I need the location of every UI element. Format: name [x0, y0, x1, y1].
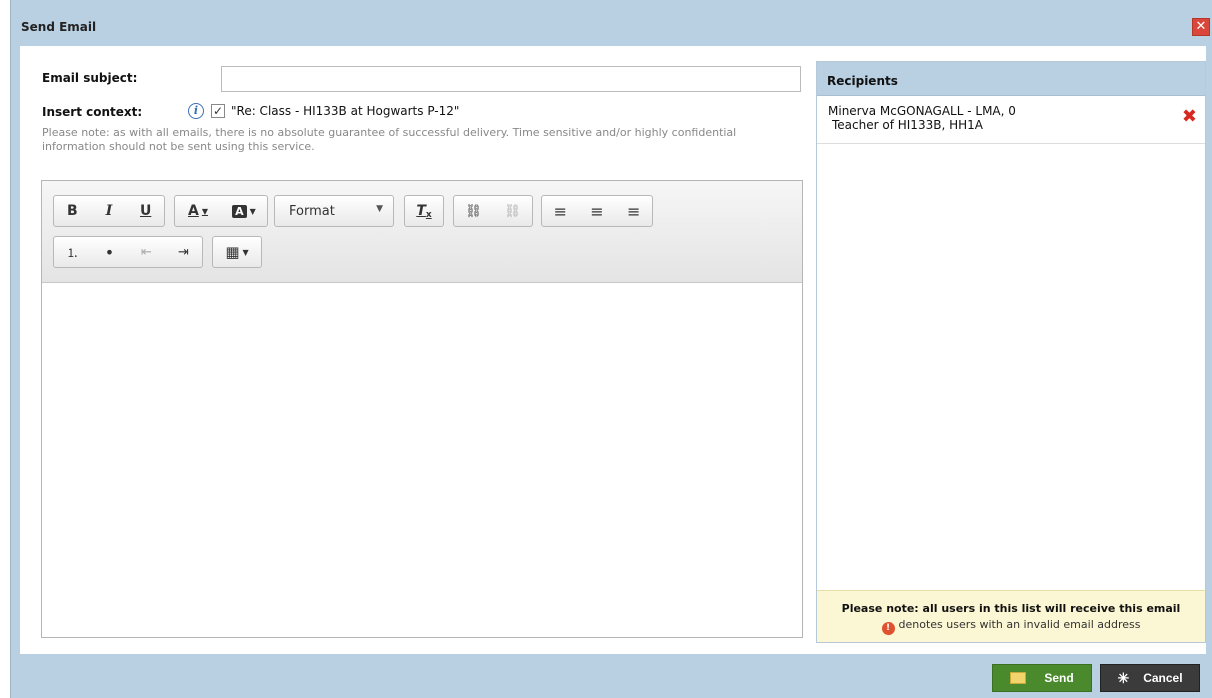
recipients-note: Please note: all users in this list will…	[841, 602, 1181, 615]
close-icon[interactable]: ✕	[1192, 18, 1210, 36]
cancel-label: Cancel	[1143, 671, 1183, 685]
subject-label: Email subject:	[42, 71, 138, 85]
recipients-panel: Recipients Minerva McGONAGALL - LMA, 0 T…	[816, 61, 1206, 643]
background-color-icon: A	[232, 204, 247, 218]
italic-button[interactable]: I	[91, 196, 128, 226]
recipient-detail: Teacher of HI133B, HH1A	[832, 118, 983, 132]
recipients-footer: Please note: all users in this list will…	[817, 590, 1205, 642]
context-checkbox[interactable]: ✓	[211, 104, 225, 118]
context-value: "Re: Class - HI133B at Hogwarts P-12"	[231, 104, 460, 118]
editor-toolbar: B I U A ▼ A ▼ Format ▼ T x ⛓ ⛓ ≡ ≡ ≡ ⒈ •…	[42, 181, 802, 283]
dialog-body: Email subject: Insert context: i ✓ "Re: …	[20, 46, 1206, 654]
warning-icon: !	[881, 622, 895, 635]
delivery-note: Please note: as with all emails, there i…	[42, 126, 737, 153]
remove-format-icon: T	[416, 203, 426, 219]
text-color-button[interactable]: A ▼	[175, 196, 221, 226]
format-label: Format	[289, 204, 335, 219]
send-email-dialog: Send Email ✕ Email subject: Insert conte…	[10, 0, 1212, 698]
links-group: ⛓ ⛓	[453, 195, 533, 227]
bullet-list-icon[interactable]: •	[91, 237, 128, 267]
recipient-item: Minerva McGONAGALL - LMA, 0 Teacher of H…	[817, 96, 1205, 144]
indent-icon[interactable]: ⇥	[165, 237, 202, 267]
remove-recipient-icon[interactable]: ✖	[1182, 108, 1197, 126]
chevron-down-icon: ▼	[242, 247, 249, 257]
chevron-down-icon: ▼	[249, 206, 256, 216]
info-icon[interactable]: i	[188, 103, 204, 119]
recipients-header: Recipients	[817, 62, 1205, 96]
link-icon[interactable]: ⛓	[454, 196, 493, 226]
text-color-icon: A	[188, 203, 199, 219]
chevron-down-icon: ▼	[376, 204, 383, 214]
dialog-title: Send Email	[21, 20, 97, 34]
editor-content-area[interactable]	[42, 284, 802, 637]
table-group: ▦ ▼	[212, 236, 262, 268]
remove-format-button[interactable]: Tx	[405, 196, 443, 226]
table-button[interactable]: ▦ ▼	[213, 237, 261, 267]
bold-button[interactable]: B	[54, 196, 91, 226]
numbered-list-icon[interactable]: ⒈	[54, 237, 91, 267]
cancel-button[interactable]: ✳ Cancel	[1100, 664, 1200, 692]
invalid-email-legend: ! denotes users with an invalid email add…	[817, 618, 1205, 635]
send-button[interactable]: Send	[992, 664, 1092, 692]
context-label: Insert context:	[42, 105, 143, 119]
unlink-icon[interactable]: ⛓	[493, 196, 532, 226]
underline-button[interactable]: U	[127, 196, 164, 226]
bg-color-button[interactable]: A ▼	[221, 196, 267, 226]
lists-group: ⒈ • ⇤ ⇥	[53, 236, 203, 268]
align-left-icon[interactable]: ≡	[542, 196, 579, 226]
chevron-down-icon: ▼	[201, 206, 208, 216]
align-center-icon[interactable]: ≡	[579, 196, 616, 226]
outdent-icon[interactable]: ⇤	[128, 237, 165, 267]
colors-group: A ▼ A ▼	[174, 195, 268, 227]
recipient-name: Minerva McGONAGALL - LMA, 0	[828, 104, 1016, 118]
align-right-icon[interactable]: ≡	[615, 196, 652, 226]
rich-text-editor: B I U A ▼ A ▼ Format ▼ T x ⛓ ⛓ ≡ ≡ ≡ ⒈ •…	[41, 180, 803, 638]
cancel-icon: ✳	[1117, 669, 1130, 686]
remove-format-group: Tx	[404, 195, 444, 227]
send-label: Send	[1044, 671, 1074, 685]
format-dropdown[interactable]: Format ▼	[274, 195, 394, 227]
table-icon: ▦	[225, 243, 240, 261]
subject-input[interactable]	[221, 66, 801, 92]
basic-styles-group: B I U	[53, 195, 165, 227]
dialog-titlebar: Send Email ✕	[11, 0, 1212, 46]
alignment-group: ≡ ≡ ≡	[541, 195, 653, 227]
envelope-icon	[1010, 672, 1027, 684]
invalid-email-legend-text: denotes users with an invalid email addr…	[898, 618, 1141, 631]
